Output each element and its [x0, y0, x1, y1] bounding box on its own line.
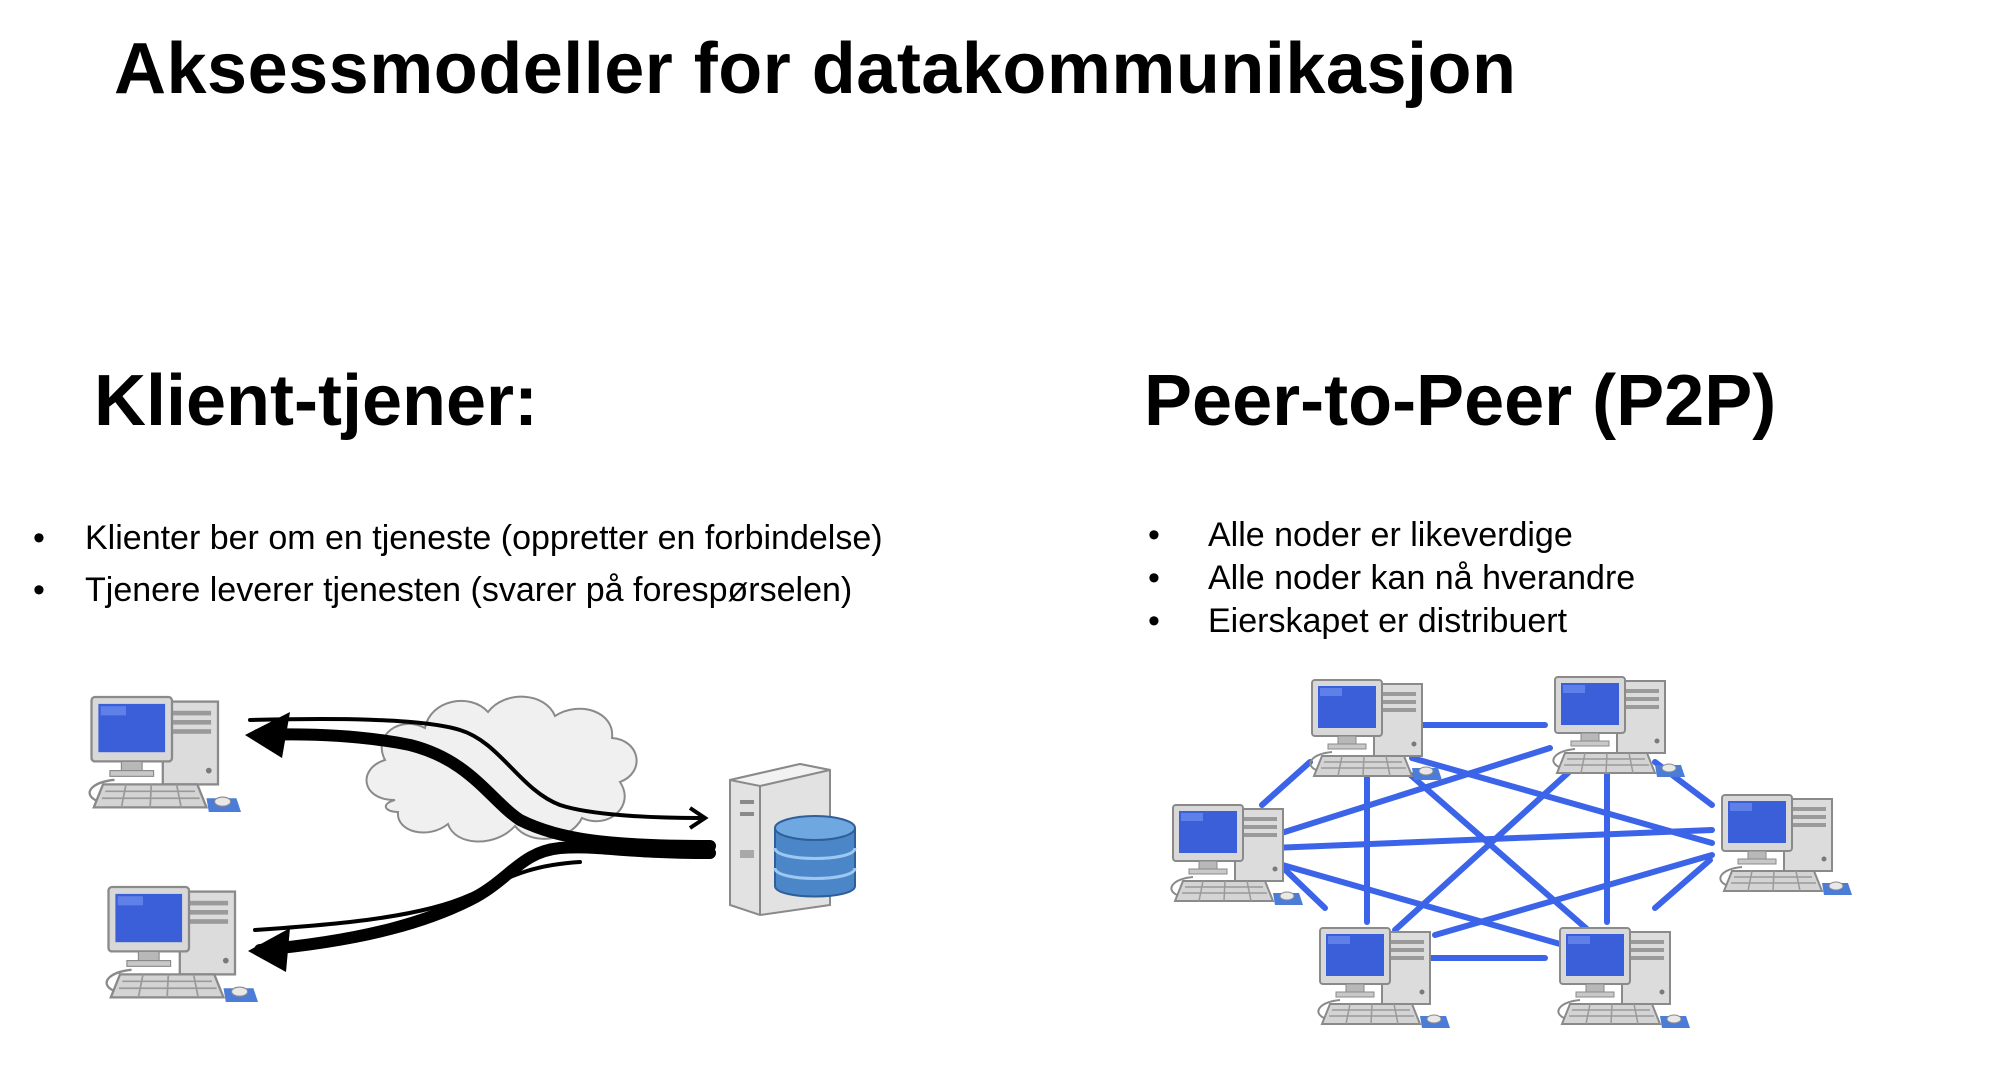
- peer-computer-icon: [1557, 927, 1691, 1029]
- peer-computer-icon: [1170, 804, 1304, 906]
- database-icon: [773, 815, 857, 898]
- peer-computer-icon: [1309, 679, 1443, 781]
- p2p-diagram: [1170, 676, 1853, 1029]
- client-computer-icon: [88, 695, 243, 814]
- peer-computer-icon: [1719, 794, 1853, 896]
- peer-computer-icon: [1552, 676, 1686, 778]
- client-server-diagram: [88, 695, 857, 1004]
- client-computer-icon: [105, 885, 260, 1004]
- arrowhead-icon: [248, 928, 290, 972]
- diagram-canvas: [88, 676, 1853, 1029]
- peer-computer-icon: [1317, 927, 1451, 1029]
- cloud-icon: [365, 695, 638, 843]
